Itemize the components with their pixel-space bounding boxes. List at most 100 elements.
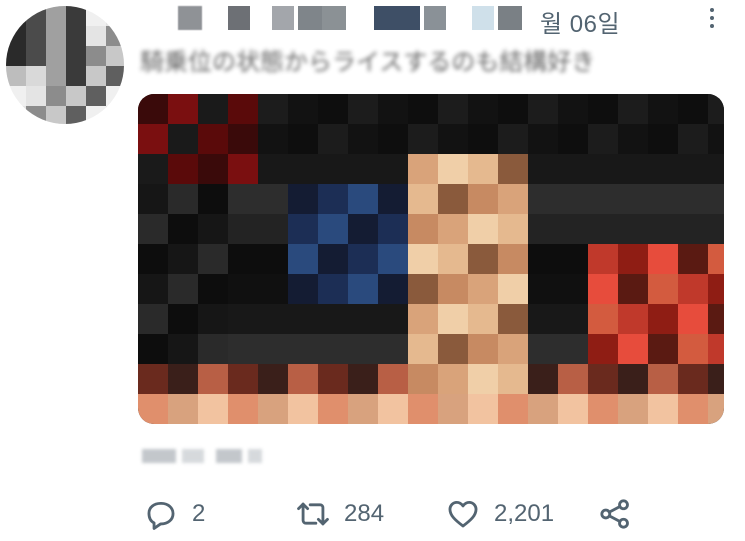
media-pixel <box>228 94 258 124</box>
avatar-pixel <box>66 6 86 26</box>
media-pixel <box>588 124 618 154</box>
media-pixel <box>618 394 648 424</box>
avatar-pixel <box>86 26 106 46</box>
media-pixel <box>168 274 198 304</box>
media-pixel <box>228 244 258 274</box>
media-pixel <box>318 214 348 244</box>
media-pixel <box>618 244 648 274</box>
media-pixel <box>648 334 678 364</box>
media-pixel <box>678 304 708 334</box>
like-button[interactable]: 2,201 <box>446 494 554 534</box>
media-pixel <box>468 244 498 274</box>
media-pixel <box>408 274 438 304</box>
media-pixel <box>408 394 438 424</box>
avatar-pixel <box>46 26 66 46</box>
media-pixel <box>678 214 708 244</box>
media-pixel <box>588 274 618 304</box>
media-pixel <box>228 154 258 184</box>
avatar-pixel <box>66 66 86 86</box>
media-pixel <box>318 154 348 184</box>
name-block <box>424 6 446 30</box>
media-pixel <box>168 244 198 274</box>
media-pixel <box>318 364 348 394</box>
avatar-pixel <box>86 46 106 66</box>
media-pixel <box>288 94 318 124</box>
media-pixel <box>708 184 724 214</box>
media-pixel <box>468 94 498 124</box>
media-pixel <box>648 244 678 274</box>
media-pixel <box>468 124 498 154</box>
name-block <box>228 6 250 30</box>
media-pixel <box>438 274 468 304</box>
media-pixel <box>198 154 228 184</box>
media-pixel <box>258 274 288 304</box>
media-pixel <box>498 394 528 424</box>
retweet-icon <box>297 502 329 526</box>
media-pixel <box>138 334 168 364</box>
more-dot <box>710 24 714 28</box>
tweet-date[interactable]: 월 06일 <box>540 4 620 39</box>
media-pixel <box>348 214 378 244</box>
media-pixel <box>168 214 198 244</box>
media-pixel <box>258 94 288 124</box>
media-pixel <box>558 394 588 424</box>
avatar-pixel <box>106 46 124 66</box>
media-pixel <box>198 94 228 124</box>
media-pixel <box>558 94 588 124</box>
media-pixel <box>438 154 468 184</box>
media-pixel <box>558 124 588 154</box>
media-pixel <box>468 214 498 244</box>
media-pixel <box>498 304 528 334</box>
tweet-media[interactable] <box>138 94 724 424</box>
avatar-pixel <box>86 66 106 86</box>
source-block <box>142 449 176 463</box>
media-pixel <box>228 184 258 214</box>
media-pixel <box>618 184 648 214</box>
source-block <box>248 449 262 463</box>
media-pixel <box>648 274 678 304</box>
tweet[interactable]: 월 06일 騎乗位の状態からライスするのも結構好き 2 284 2,201 <box>0 0 745 541</box>
media-pixel <box>348 304 378 334</box>
media-pixel <box>288 244 318 274</box>
media-pixel <box>618 154 648 184</box>
media-pixel <box>708 394 724 424</box>
media-pixel <box>648 154 678 184</box>
media-pixel <box>558 214 588 244</box>
media-pixel <box>558 184 588 214</box>
media-pixel <box>348 124 378 154</box>
avatar-pixel <box>6 46 26 66</box>
media-pixel <box>618 334 648 364</box>
share-button[interactable] <box>598 494 632 534</box>
avatar-pixel <box>6 6 26 26</box>
reply-button[interactable]: 2 <box>144 494 205 534</box>
media-pixel <box>198 124 228 154</box>
media-pixel <box>468 304 498 334</box>
media-pixel <box>168 154 198 184</box>
name-block <box>272 6 294 30</box>
media-pixel <box>348 334 378 364</box>
media-pixel <box>708 244 724 274</box>
media-pixel <box>138 214 168 244</box>
more-dot <box>710 16 714 20</box>
media-pixel <box>468 154 498 184</box>
media-pixel <box>708 364 724 394</box>
media-pixel <box>138 184 168 214</box>
media-pixel <box>198 214 228 244</box>
media-pixel <box>378 94 408 124</box>
media-pixel <box>618 124 648 154</box>
avatar-pixel <box>86 86 106 106</box>
media-pixel <box>348 364 378 394</box>
media-pixel <box>138 154 168 184</box>
avatar-pixel <box>106 26 124 46</box>
media-pixel <box>648 184 678 214</box>
more-icon[interactable] <box>700 4 724 32</box>
retweet-button[interactable]: 284 <box>296 494 384 534</box>
media-pixel <box>618 274 648 304</box>
media-pixel <box>348 184 378 214</box>
avatar-pixel <box>26 66 46 86</box>
media-pixel <box>378 274 408 304</box>
avatar-pixel <box>46 66 66 86</box>
media-pixel <box>438 394 468 424</box>
avatar[interactable] <box>6 6 124 124</box>
avatar-pixel <box>26 106 46 124</box>
